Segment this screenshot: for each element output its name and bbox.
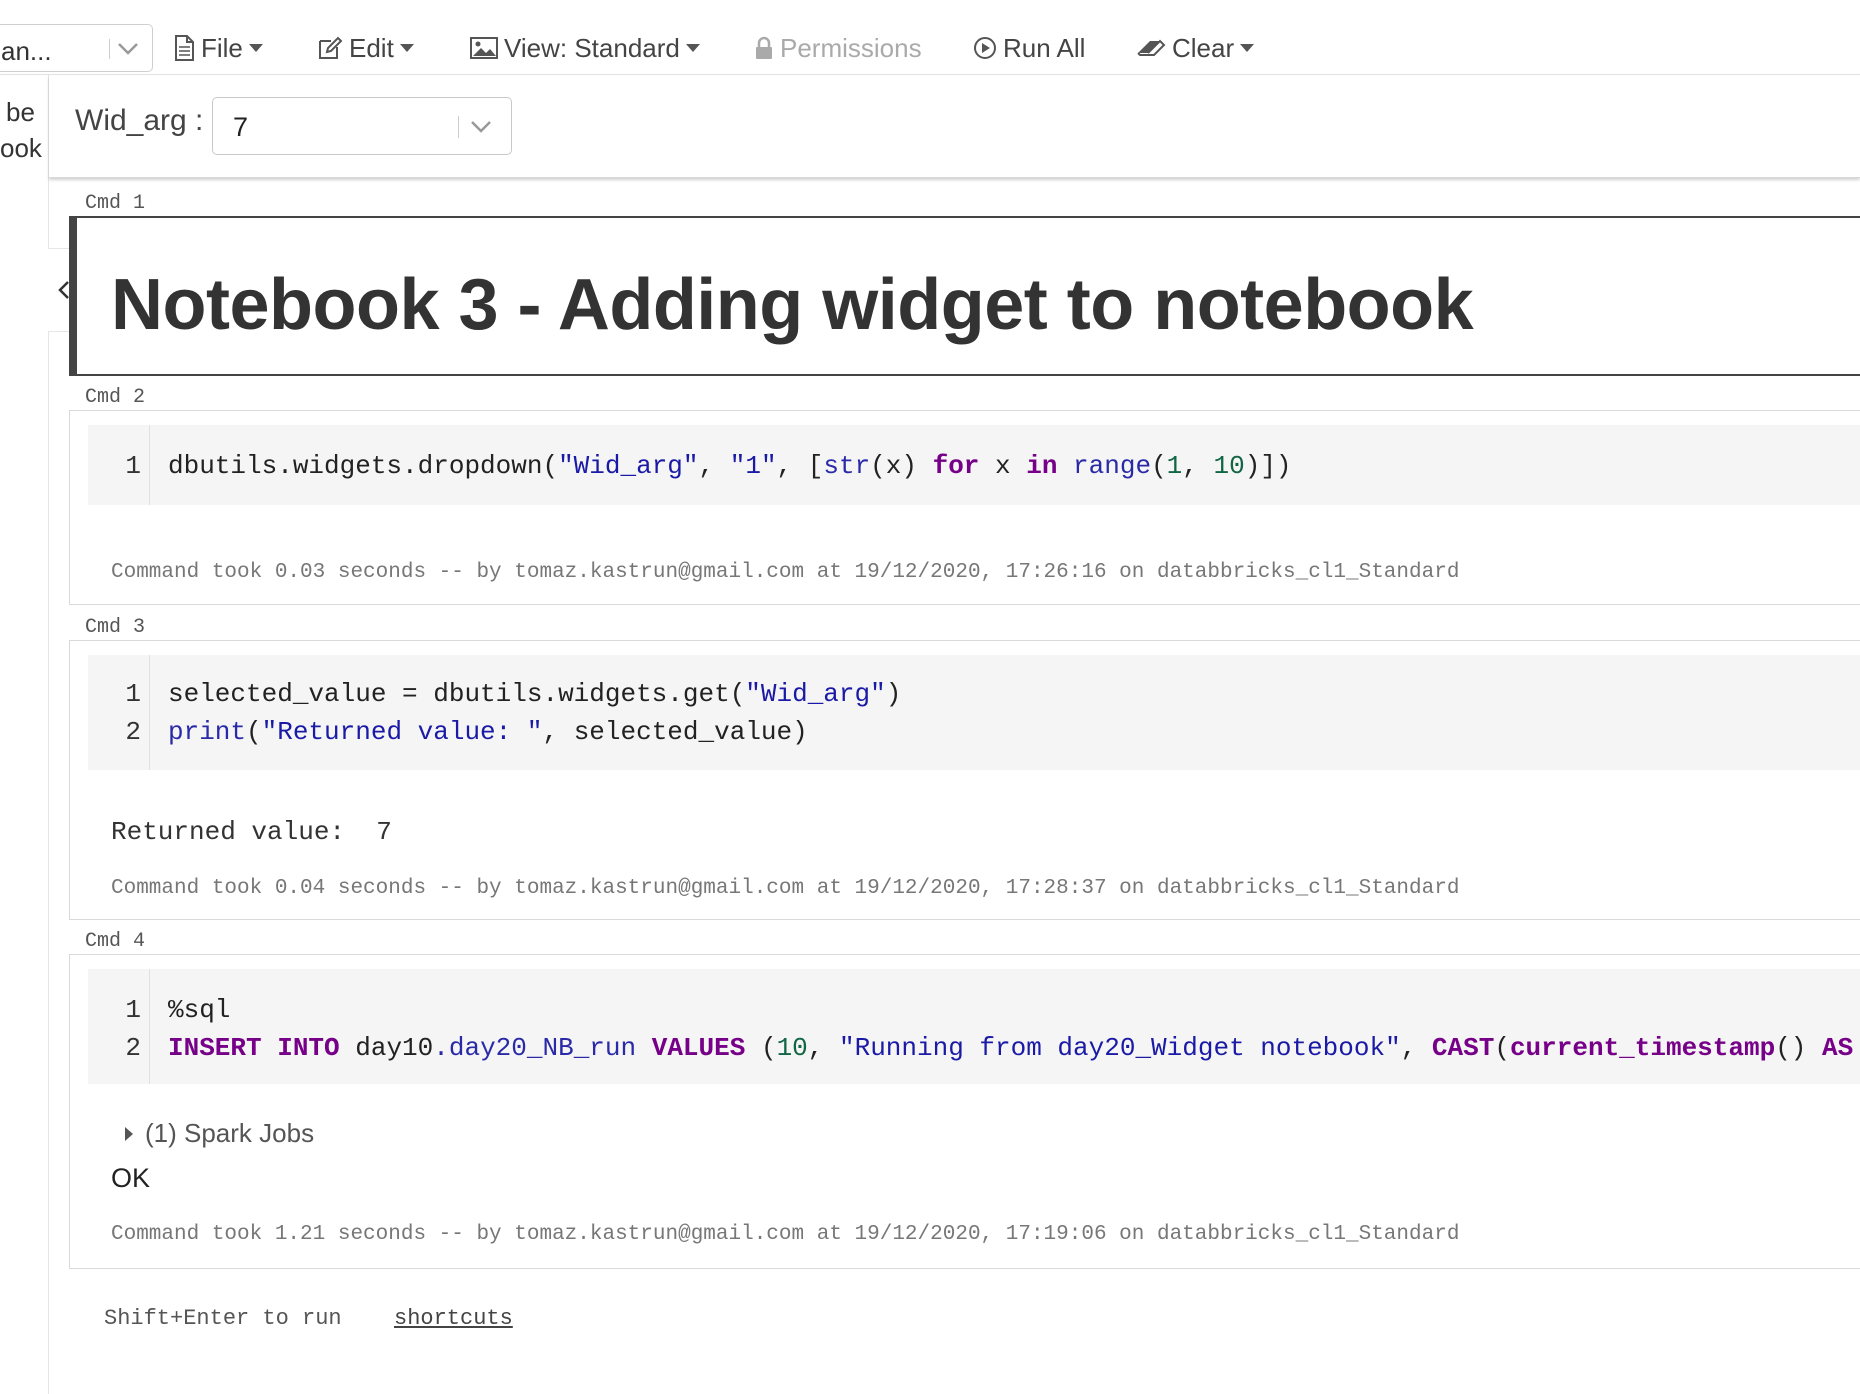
line-gutter: 1	[88, 425, 150, 505]
code-editor[interactable]: 1 dbutils.widgets.dropdown("Wid_arg", "1…	[88, 425, 1860, 505]
wid-arg-value: 7	[233, 112, 249, 142]
wid-arg-dropdown[interactable]: 7	[212, 97, 512, 155]
line-gutter: 1 2	[88, 969, 150, 1084]
code-line: print("Returned value: ", selected_value…	[168, 717, 808, 747]
notebook-toolbar: an... File Edit View: Standard Permissio…	[0, 0, 1860, 75]
code-line: %sql	[168, 995, 231, 1025]
cmd-label: Cmd 3	[85, 616, 146, 639]
line-number: 2	[125, 1033, 141, 1063]
chevron-down-icon	[118, 43, 138, 55]
clear-menu-label: Clear	[1172, 32, 1235, 63]
markdown-cell[interactable]: Notebook 3 - Adding widget to notebook	[69, 216, 1860, 376]
edit-menu-button[interactable]: Edit	[317, 32, 414, 64]
code-line: INSERT INTO day10.day20_NB_run VALUES (1…	[168, 1033, 1854, 1063]
run-all-label: Run All	[1003, 32, 1086, 63]
left-panel-text: ook	[0, 133, 42, 163]
lock-icon	[756, 36, 772, 59]
run-hint: Shift+Enter to run	[104, 1306, 342, 1331]
caret-down-icon	[248, 44, 263, 52]
cell-output: OK	[111, 1163, 151, 1193]
widget-label: Wid_arg :	[75, 104, 204, 137]
clear-menu-button[interactable]: Clear	[1136, 32, 1255, 64]
caret-down-icon	[1240, 44, 1255, 52]
eraser-icon	[1137, 39, 1166, 56]
caret-down-icon	[685, 44, 700, 52]
code-line: selected_value = dbutils.widgets.get("Wi…	[168, 679, 902, 709]
caret-right-icon	[125, 1126, 133, 1141]
select-separator	[458, 116, 459, 138]
command-footer: Command took 0.03 seconds -- by tomaz.ka…	[111, 561, 1460, 584]
cmd-label: Cmd 4	[85, 930, 146, 953]
left-panel: be ook	[0, 75, 49, 1394]
cmd-label: Cmd 1	[85, 192, 146, 215]
caret-down-icon	[399, 44, 414, 52]
play-circle-icon	[974, 37, 996, 59]
line-gutter: 1 2	[88, 655, 150, 770]
permissions-button[interactable]: Permissions	[754, 32, 922, 64]
file-menu-button[interactable]: File	[173, 32, 263, 64]
code-line: dbutils.widgets.dropdown("Wid_arg", "1",…	[168, 451, 1292, 481]
widget-bar: Wid_arg : 7	[49, 76, 1860, 178]
command-footer: Command took 1.21 seconds -- by tomaz.ka…	[111, 1223, 1460, 1246]
spark-jobs-label: (1) Spark Jobs	[145, 1118, 315, 1148]
command-footer: Command took 0.04 seconds -- by tomaz.ka…	[111, 877, 1460, 900]
edit-icon	[319, 36, 343, 59]
cell-output: Returned value: 7	[111, 817, 392, 847]
select-separator	[109, 39, 110, 59]
chevron-down-icon	[471, 121, 491, 133]
cluster-select-value: an...	[1, 36, 52, 66]
line-number: 1	[125, 451, 141, 481]
notebook-title: Notebook 3 - Adding widget to notebook	[111, 265, 1474, 345]
file-icon	[175, 35, 194, 61]
run-all-button[interactable]: Run All	[973, 32, 1085, 64]
permissions-label: Permissions	[780, 32, 922, 63]
line-number: 1	[125, 679, 141, 709]
image-icon	[470, 37, 498, 59]
line-number: 2	[125, 717, 141, 747]
shortcuts-link[interactable]: shortcuts	[394, 1306, 513, 1331]
cluster-select[interactable]: an...	[0, 24, 153, 72]
line-number: 1	[125, 995, 141, 1025]
code-cell[interactable]: 1 2 selected_value = dbutils.widgets.get…	[69, 640, 1860, 920]
code-cell[interactable]: 1 2 %sql INSERT INTO day10.day20_NB_run …	[69, 954, 1860, 1269]
code-editor[interactable]: 1 2 selected_value = dbutils.widgets.get…	[88, 655, 1860, 770]
code-editor[interactable]: 1 2 %sql INSERT INTO day10.day20_NB_run …	[88, 969, 1860, 1084]
edit-menu-label: Edit	[349, 32, 394, 63]
code-cell[interactable]: 1 dbutils.widgets.dropdown("Wid_arg", "1…	[69, 410, 1860, 605]
view-menu-label: View: Standard	[504, 32, 680, 63]
spark-jobs-toggle[interactable]: (1) Spark Jobs	[125, 1118, 314, 1149]
cmd-label: Cmd 2	[85, 386, 146, 409]
view-menu-button[interactable]: View: Standard	[470, 32, 700, 64]
left-panel-text: be	[6, 97, 35, 127]
file-menu-label: File	[201, 32, 243, 63]
